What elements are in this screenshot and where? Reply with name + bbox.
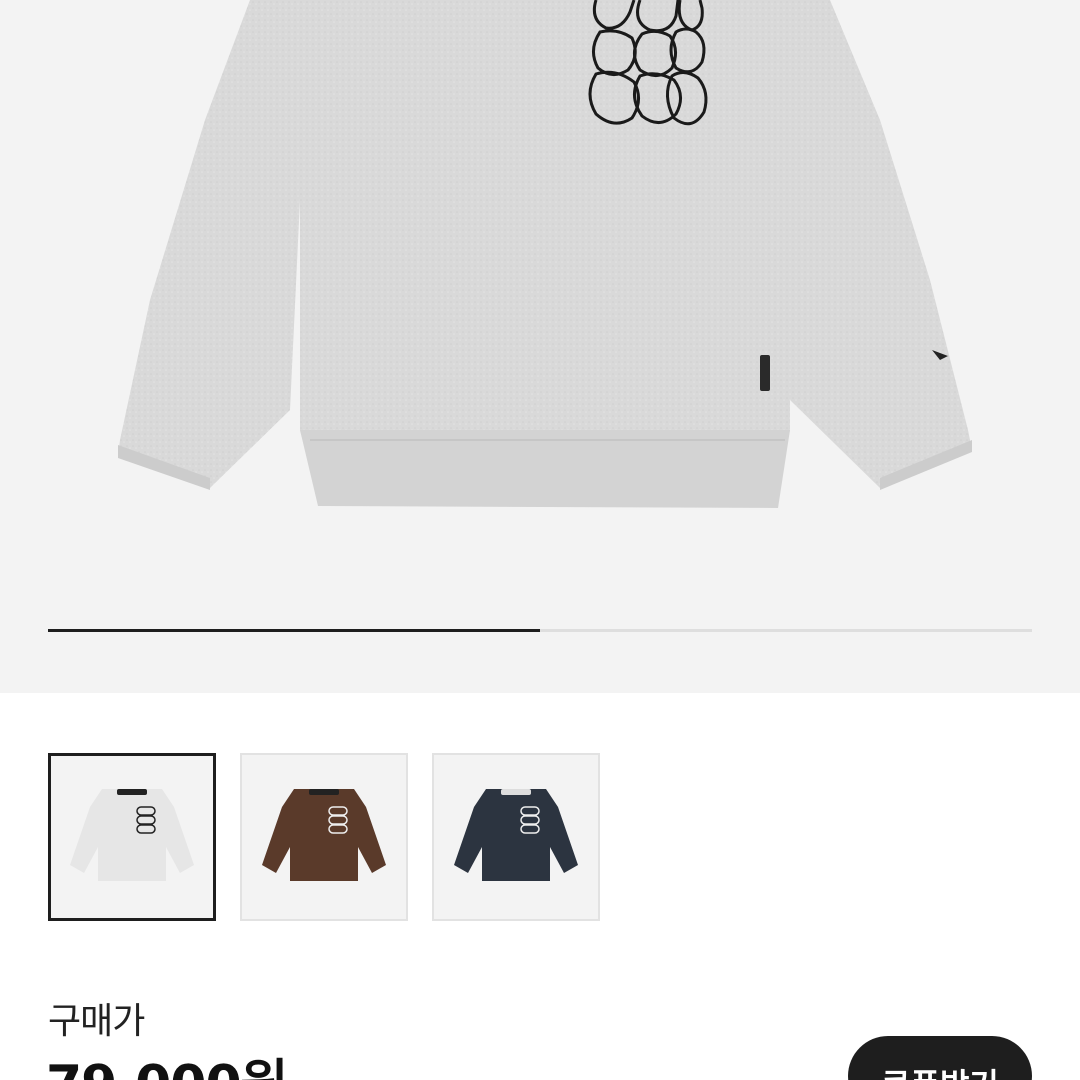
get-coupon-button[interactable]: 쿠폰받기 [848,1036,1032,1080]
gallery-progress-fill [48,629,540,632]
price-label: 구매가 [48,1001,145,1042]
product-main-image [118,0,972,508]
thumbnail-brown[interactable] [240,753,408,921]
sweater-thumbnail-image [70,789,194,881]
gallery-progress-bar [48,629,1032,632]
sweater-thumbnail-image [262,789,386,881]
product-image-gallery[interactable] [0,0,1080,693]
color-thumbnails [48,753,600,921]
sweater-thumbnail-image [454,789,578,881]
thumbnail-navy[interactable] [432,753,600,921]
price-value: 79,000원 [46,1042,289,1080]
thumbnail-gray[interactable] [48,753,216,921]
